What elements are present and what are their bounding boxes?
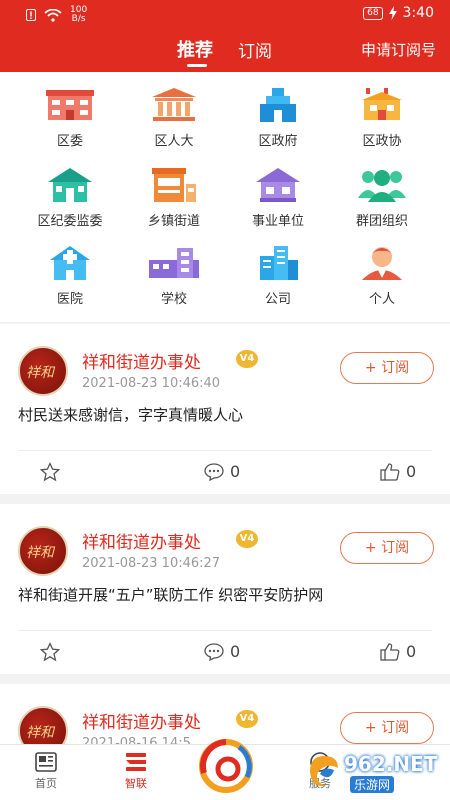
category-individual[interactable]: 个人 <box>332 246 432 307</box>
net-speed: 100 B/s <box>70 5 88 24</box>
publisher-avatar[interactable]: 祥和 <box>18 526 68 576</box>
subscribe-button[interactable]: + 订阅 <box>340 712 434 744</box>
nav-home[interactable]: 首页 <box>16 751 76 791</box>
comment-icon <box>204 462 224 481</box>
pavilion-icon <box>362 88 402 120</box>
tab-subscriptions[interactable]: 订阅 <box>238 37 272 62</box>
hall-icon <box>152 88 196 121</box>
feed-card[interactable]: 祥和 祥和街道办事处 V4 2021-08-23 10:46:40 + 订阅 村… <box>0 324 450 494</box>
category-district-congress[interactable]: 区人大 <box>124 88 224 149</box>
shop-icon <box>152 168 196 202</box>
category-school[interactable]: 学校 <box>124 246 224 307</box>
like-count: 0 <box>406 642 417 661</box>
divider <box>18 450 432 451</box>
favorite-button[interactable] <box>40 642 60 662</box>
comment-count: 0 <box>230 462 241 481</box>
bottom-navigation: 首页 智联 服务 962.NET 乐游网 <box>0 739 450 800</box>
school-icon <box>149 248 199 278</box>
site-watermark: 962.NET 乐游网 <box>304 750 444 794</box>
like-button[interactable]: 0 <box>380 642 416 661</box>
verified-badge: V4 <box>236 710 258 728</box>
category-mass-organizations[interactable]: 群团组织 <box>332 168 432 229</box>
category-public-institution[interactable]: 事业单位 <box>228 168 328 229</box>
card-actions: 0 0 <box>0 462 450 486</box>
category-company[interactable]: 公司 <box>228 246 328 307</box>
feed-card[interactable]: 祥和 祥和街道办事处 V4 2021-08-23 10:46:27 + 订阅 祥… <box>0 504 450 674</box>
category-district-government[interactable]: 区政府 <box>228 88 328 149</box>
category-discipline-commission[interactable]: 区纪委监委 <box>20 168 120 229</box>
star-icon <box>40 642 60 662</box>
battery-indicator: 68 <box>363 6 383 20</box>
category-district-cppcc[interactable]: 区政协 <box>332 88 432 149</box>
top-header: 100 B/s 68 3:40 推荐 订阅 申请订阅号 <box>0 0 450 72</box>
category-grid: 区委 区人大 区政府 区政协 区纪委监委 乡镇街道 事业单位 群团组织 医院 学… <box>0 72 450 322</box>
article-title[interactable]: 祥和街道开展“五户”联防工作 织密平安防护网 <box>18 584 323 605</box>
building-icon <box>46 90 94 120</box>
card-actions: 0 0 <box>0 642 450 666</box>
house-icon <box>48 168 92 202</box>
active-tab-indicator <box>187 64 207 67</box>
app-logo-icon[interactable] <box>195 733 257 795</box>
tab-recommend[interactable]: 推荐 <box>177 36 213 62</box>
favorite-button[interactable] <box>40 462 60 482</box>
header-tabs: 推荐 订阅 申请订阅号 <box>0 36 450 67</box>
status-bar: 100 B/s 68 3:40 <box>0 0 450 28</box>
comment-icon <box>204 642 224 661</box>
charging-icon <box>388 6 397 20</box>
publisher-name[interactable]: 祥和街道办事处 <box>82 708 201 733</box>
publish-time: 2021-08-23 10:46:27 <box>82 556 221 571</box>
government-icon <box>260 88 296 122</box>
watermark-text: 962.NET <box>344 752 438 776</box>
divider <box>18 630 432 631</box>
thumbs-up-icon <box>380 642 400 661</box>
category-hospital[interactable]: 医院 <box>20 246 120 307</box>
like-count: 0 <box>406 462 417 481</box>
zhilian-icon <box>126 753 146 771</box>
nav-home-label: 首页 <box>35 777 57 790</box>
verified-badge: V4 <box>236 530 258 548</box>
wifi-icon <box>44 8 62 22</box>
watermark-subtext: 乐游网 <box>350 776 395 793</box>
apply-subscription-link[interactable]: 申请订阅号 <box>361 39 436 60</box>
category-township-street[interactable]: 乡镇街道 <box>124 168 224 229</box>
like-button[interactable]: 0 <box>380 462 416 481</box>
publish-time: 2021-08-23 10:46:40 <box>82 376 221 391</box>
comment-count: 0 <box>230 642 241 661</box>
house-roof-icon <box>256 168 300 202</box>
watermark-logo-icon <box>310 756 338 787</box>
sim-alert-icon <box>26 9 36 21</box>
office-tower-icon <box>260 246 298 280</box>
article-title[interactable]: 村民送来感谢信，字字真情暖人心 <box>18 404 243 425</box>
verified-badge: V4 <box>236 350 258 368</box>
news-icon <box>35 752 57 772</box>
hospital-icon <box>50 246 90 280</box>
clock: 3:40 <box>402 5 434 21</box>
comment-button[interactable]: 0 <box>204 462 240 481</box>
subscribe-button[interactable]: + 订阅 <box>340 352 434 384</box>
category-district-committee[interactable]: 区委 <box>20 88 120 149</box>
subscribe-button[interactable]: + 订阅 <box>340 532 434 564</box>
thumbs-up-icon <box>380 462 400 481</box>
publisher-name[interactable]: 祥和街道办事处 <box>82 528 201 553</box>
nav-zhilian-label: 智联 <box>125 777 147 790</box>
nav-zhilian[interactable]: 智联 <box>106 751 166 791</box>
people-group-icon <box>358 170 406 202</box>
person-icon <box>362 247 402 280</box>
star-icon <box>40 462 60 482</box>
app-screen: 100 B/s 68 3:40 推荐 订阅 申请订阅号 区委 区人大 区政府 区… <box>0 0 450 800</box>
publisher-name[interactable]: 祥和街道办事处 <box>82 348 201 373</box>
publisher-avatar[interactable]: 祥和 <box>18 346 68 396</box>
comment-button[interactable]: 0 <box>204 642 240 661</box>
